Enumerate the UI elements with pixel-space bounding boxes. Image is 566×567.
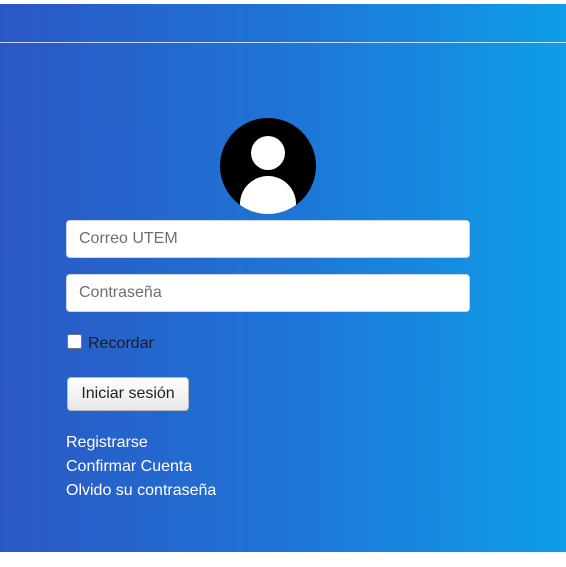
forgot-password-link[interactable]: Olvido su contraseña — [66, 479, 216, 503]
remember-label: Recordar — [88, 335, 154, 352]
remember-checkbox[interactable] — [67, 333, 82, 349]
login-button[interactable]: Iniciar sesión — [67, 377, 189, 411]
register-link[interactable]: Registrarse — [66, 431, 216, 455]
password-input[interactable] — [66, 274, 470, 312]
remember-me[interactable]: Recordar — [66, 330, 154, 352]
confirm-account-link[interactable]: Confirmar Cuenta — [66, 455, 216, 479]
account-links: Registrarse Confirmar Cuenta Olvido su c… — [66, 431, 216, 503]
header-divider — [0, 42, 566, 43]
avatar-body — [240, 176, 296, 214]
email-input[interactable] — [66, 220, 470, 258]
avatar-head — [251, 136, 285, 170]
user-avatar-icon — [220, 118, 316, 214]
